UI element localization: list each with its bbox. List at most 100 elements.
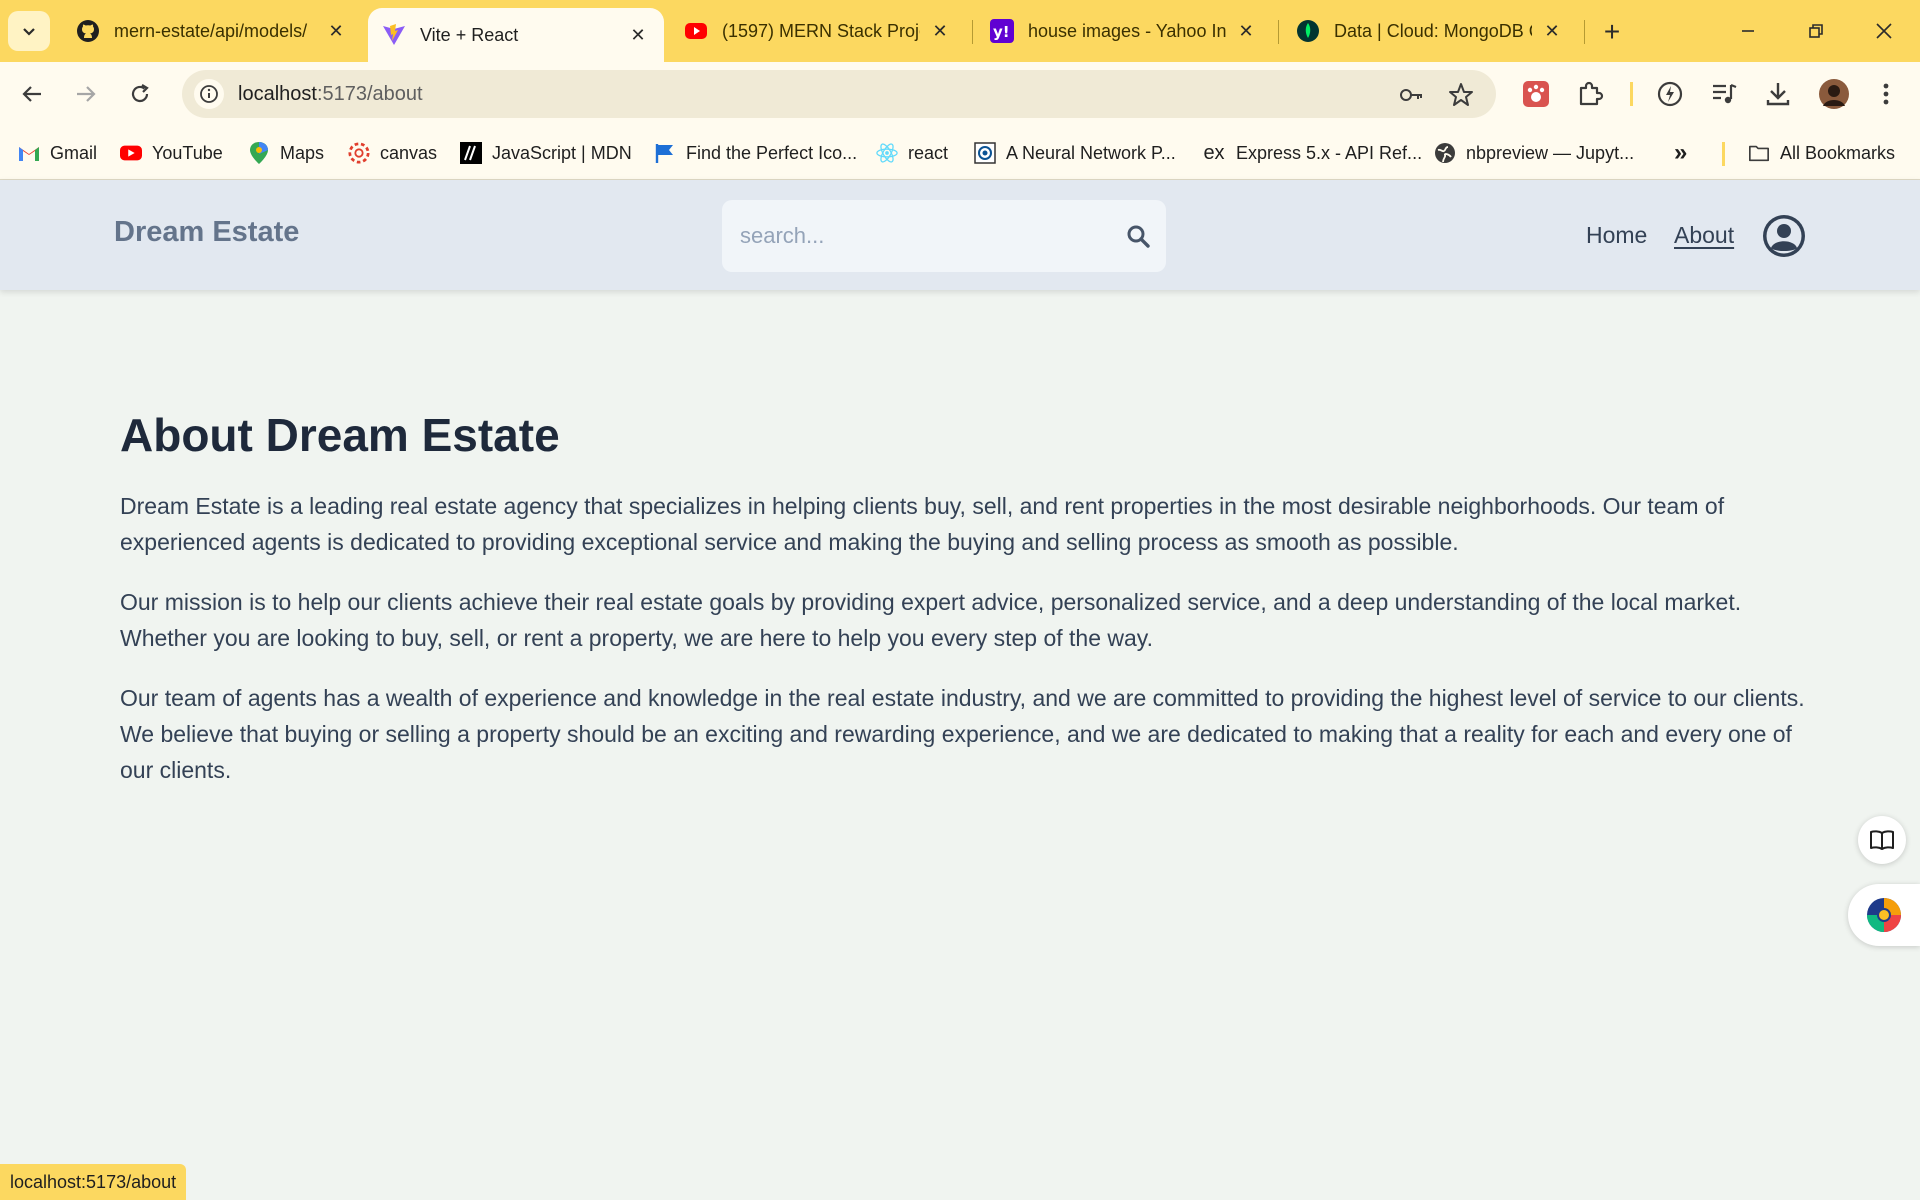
page-title: About Dream Estate (120, 409, 560, 461)
more-bookmarks-button[interactable]: » (1674, 138, 1687, 168)
about-section: About Dream Estate Dream Estate is a lea… (120, 408, 1810, 812)
maps-icon (248, 142, 270, 164)
gmail-icon (18, 142, 40, 164)
bookmarks-separator (1722, 142, 1725, 166)
status-bar: localhost:5173/about (0, 1164, 187, 1200)
reading-mode-button[interactable] (1858, 816, 1906, 864)
kebab-menu-icon (1883, 83, 1889, 105)
browser-tab-bar: mern-estate/api/models/ ✕ Vite + React ✕… (0, 0, 1920, 62)
puzzle-icon (1579, 81, 1604, 106)
new-tab-button[interactable]: + (1594, 14, 1630, 50)
tab-title: house images - Yahoo In (1028, 20, 1226, 41)
youtube-icon (120, 142, 142, 164)
close-icon[interactable]: ✕ (1540, 19, 1564, 43)
search-input[interactable] (740, 223, 1100, 249)
tab-title: Vite + React (420, 24, 519, 45)
minimize-button[interactable] (1722, 8, 1774, 54)
site-header: Dream Estate Home About (0, 180, 1920, 290)
extensions-button[interactable] (1576, 80, 1604, 108)
all-bookmarks-button[interactable]: All Bookmarks (1748, 138, 1895, 168)
tab-github[interactable]: mern-estate/api/models/ ✕ (62, 8, 362, 54)
bookmark-label: Maps (280, 142, 325, 163)
reload-button[interactable] (120, 74, 160, 114)
bookmark-youtube[interactable]: YouTube (120, 138, 223, 168)
all-bookmarks-label: All Bookmarks (1780, 142, 1896, 163)
neural-network-icon (974, 142, 996, 164)
arrow-left-icon (22, 86, 41, 102)
url-text: localhost:5173/about (238, 83, 423, 106)
search-icon (1127, 225, 1150, 248)
browser-menu-button[interactable] (1872, 80, 1900, 108)
github-icon (76, 19, 100, 43)
profile-avatar[interactable] (1762, 214, 1806, 258)
bookmark-label: A Neural Network P... (1006, 142, 1176, 163)
tab-mongodb[interactable]: Data | Cloud: MongoDB C ✕ (1282, 8, 1578, 54)
tab-youtube[interactable]: (1597) MERN Stack Proje ✕ (670, 8, 966, 54)
bookmark-label: nbpreview — Jupyt... (1466, 142, 1635, 163)
double-chevron-right-icon: » (1674, 139, 1688, 166)
yahoo-icon: y! (990, 19, 1014, 43)
search-button[interactable] (1124, 222, 1152, 250)
address-bar[interactable]: localhost:5173/about (182, 70, 1496, 118)
minimize-icon (1742, 30, 1754, 32)
bookmark-label: canvas (380, 142, 438, 163)
password-key-button[interactable] (1398, 82, 1424, 108)
youtube-icon (684, 19, 708, 43)
nav-home-link[interactable]: Home (1586, 222, 1647, 249)
bookmark-maps[interactable]: Maps (248, 138, 324, 168)
site-info-button[interactable] (194, 79, 224, 109)
bookmark-express[interactable]: ex Express 5.x - API Ref... (1202, 138, 1422, 168)
bookmark-nbpreview[interactable]: nbpreview — Jupyt... (1434, 138, 1634, 168)
close-icon[interactable]: ✕ (928, 19, 952, 43)
globe-icon (1434, 142, 1456, 164)
close-icon (1876, 23, 1892, 39)
bookmark-neural-network[interactable]: A Neural Network P... (974, 138, 1176, 168)
bookmark-find-icon[interactable]: Find the Perfect Ico... (654, 138, 857, 168)
tab-yahoo[interactable]: y! house images - Yahoo In ✕ (976, 8, 1272, 54)
page-viewport: Dream Estate Home About About Dream Esta… (0, 180, 1920, 1200)
user-avatar-icon (1763, 215, 1805, 257)
profile-button[interactable] (1818, 78, 1850, 110)
close-icon[interactable]: ✕ (626, 23, 650, 47)
download-icon (1766, 83, 1790, 106)
canvas-icon (348, 142, 370, 164)
site-logo[interactable]: Dream Estate (114, 216, 299, 249)
bookmark-react[interactable]: react (876, 138, 948, 168)
palette-globe-icon (1867, 898, 1901, 932)
tab-search-button[interactable] (8, 11, 50, 51)
media-control-button[interactable] (1710, 80, 1738, 108)
speedometer-icon (1657, 81, 1683, 107)
express-icon: ex (1203, 141, 1225, 164)
color-palette-extension-button[interactable] (1848, 884, 1920, 946)
nav-about-link[interactable]: About (1674, 222, 1734, 249)
restore-button[interactable] (1790, 8, 1842, 54)
tab-vite-react[interactable]: Vite + React ✕ (368, 8, 664, 62)
close-window-button[interactable] (1858, 8, 1910, 54)
bookmark-label: JavaScript | MDN (492, 142, 632, 163)
bookmark-gmail[interactable]: Gmail (18, 138, 97, 168)
close-icon[interactable]: ✕ (1234, 19, 1258, 43)
tab-separator (1584, 20, 1585, 44)
bookmark-canvas[interactable]: canvas (348, 138, 437, 168)
bookmark-star-button[interactable] (1448, 82, 1474, 108)
search-form (722, 200, 1166, 272)
plus-icon: + (1603, 16, 1621, 47)
bookmark-label: Express 5.x - API Ref... (1236, 142, 1423, 163)
restore-icon (1809, 24, 1823, 38)
music-queue-icon (1713, 83, 1737, 104)
folder-icon (1748, 142, 1770, 164)
close-icon[interactable]: ✕ (324, 19, 348, 43)
bookmark-label: Find the Perfect Ico... (686, 142, 858, 163)
forward-button[interactable] (66, 74, 106, 114)
bookmark-mdn[interactable]: JavaScript | MDN (460, 138, 632, 168)
star-icon (1449, 83, 1473, 106)
downloads-button[interactable] (1764, 80, 1792, 108)
back-button[interactable] (12, 74, 52, 114)
extension-paw-button[interactable] (1522, 80, 1550, 108)
tab-title: Data | Cloud: MongoDB C (1334, 20, 1532, 41)
bookmarks-bar: Gmail YouTube Maps canvas JavaScript | M… (0, 126, 1920, 180)
performance-button[interactable] (1656, 80, 1684, 108)
open-book-icon (1870, 830, 1894, 850)
key-icon (1400, 89, 1422, 101)
mdn-icon (460, 142, 482, 164)
